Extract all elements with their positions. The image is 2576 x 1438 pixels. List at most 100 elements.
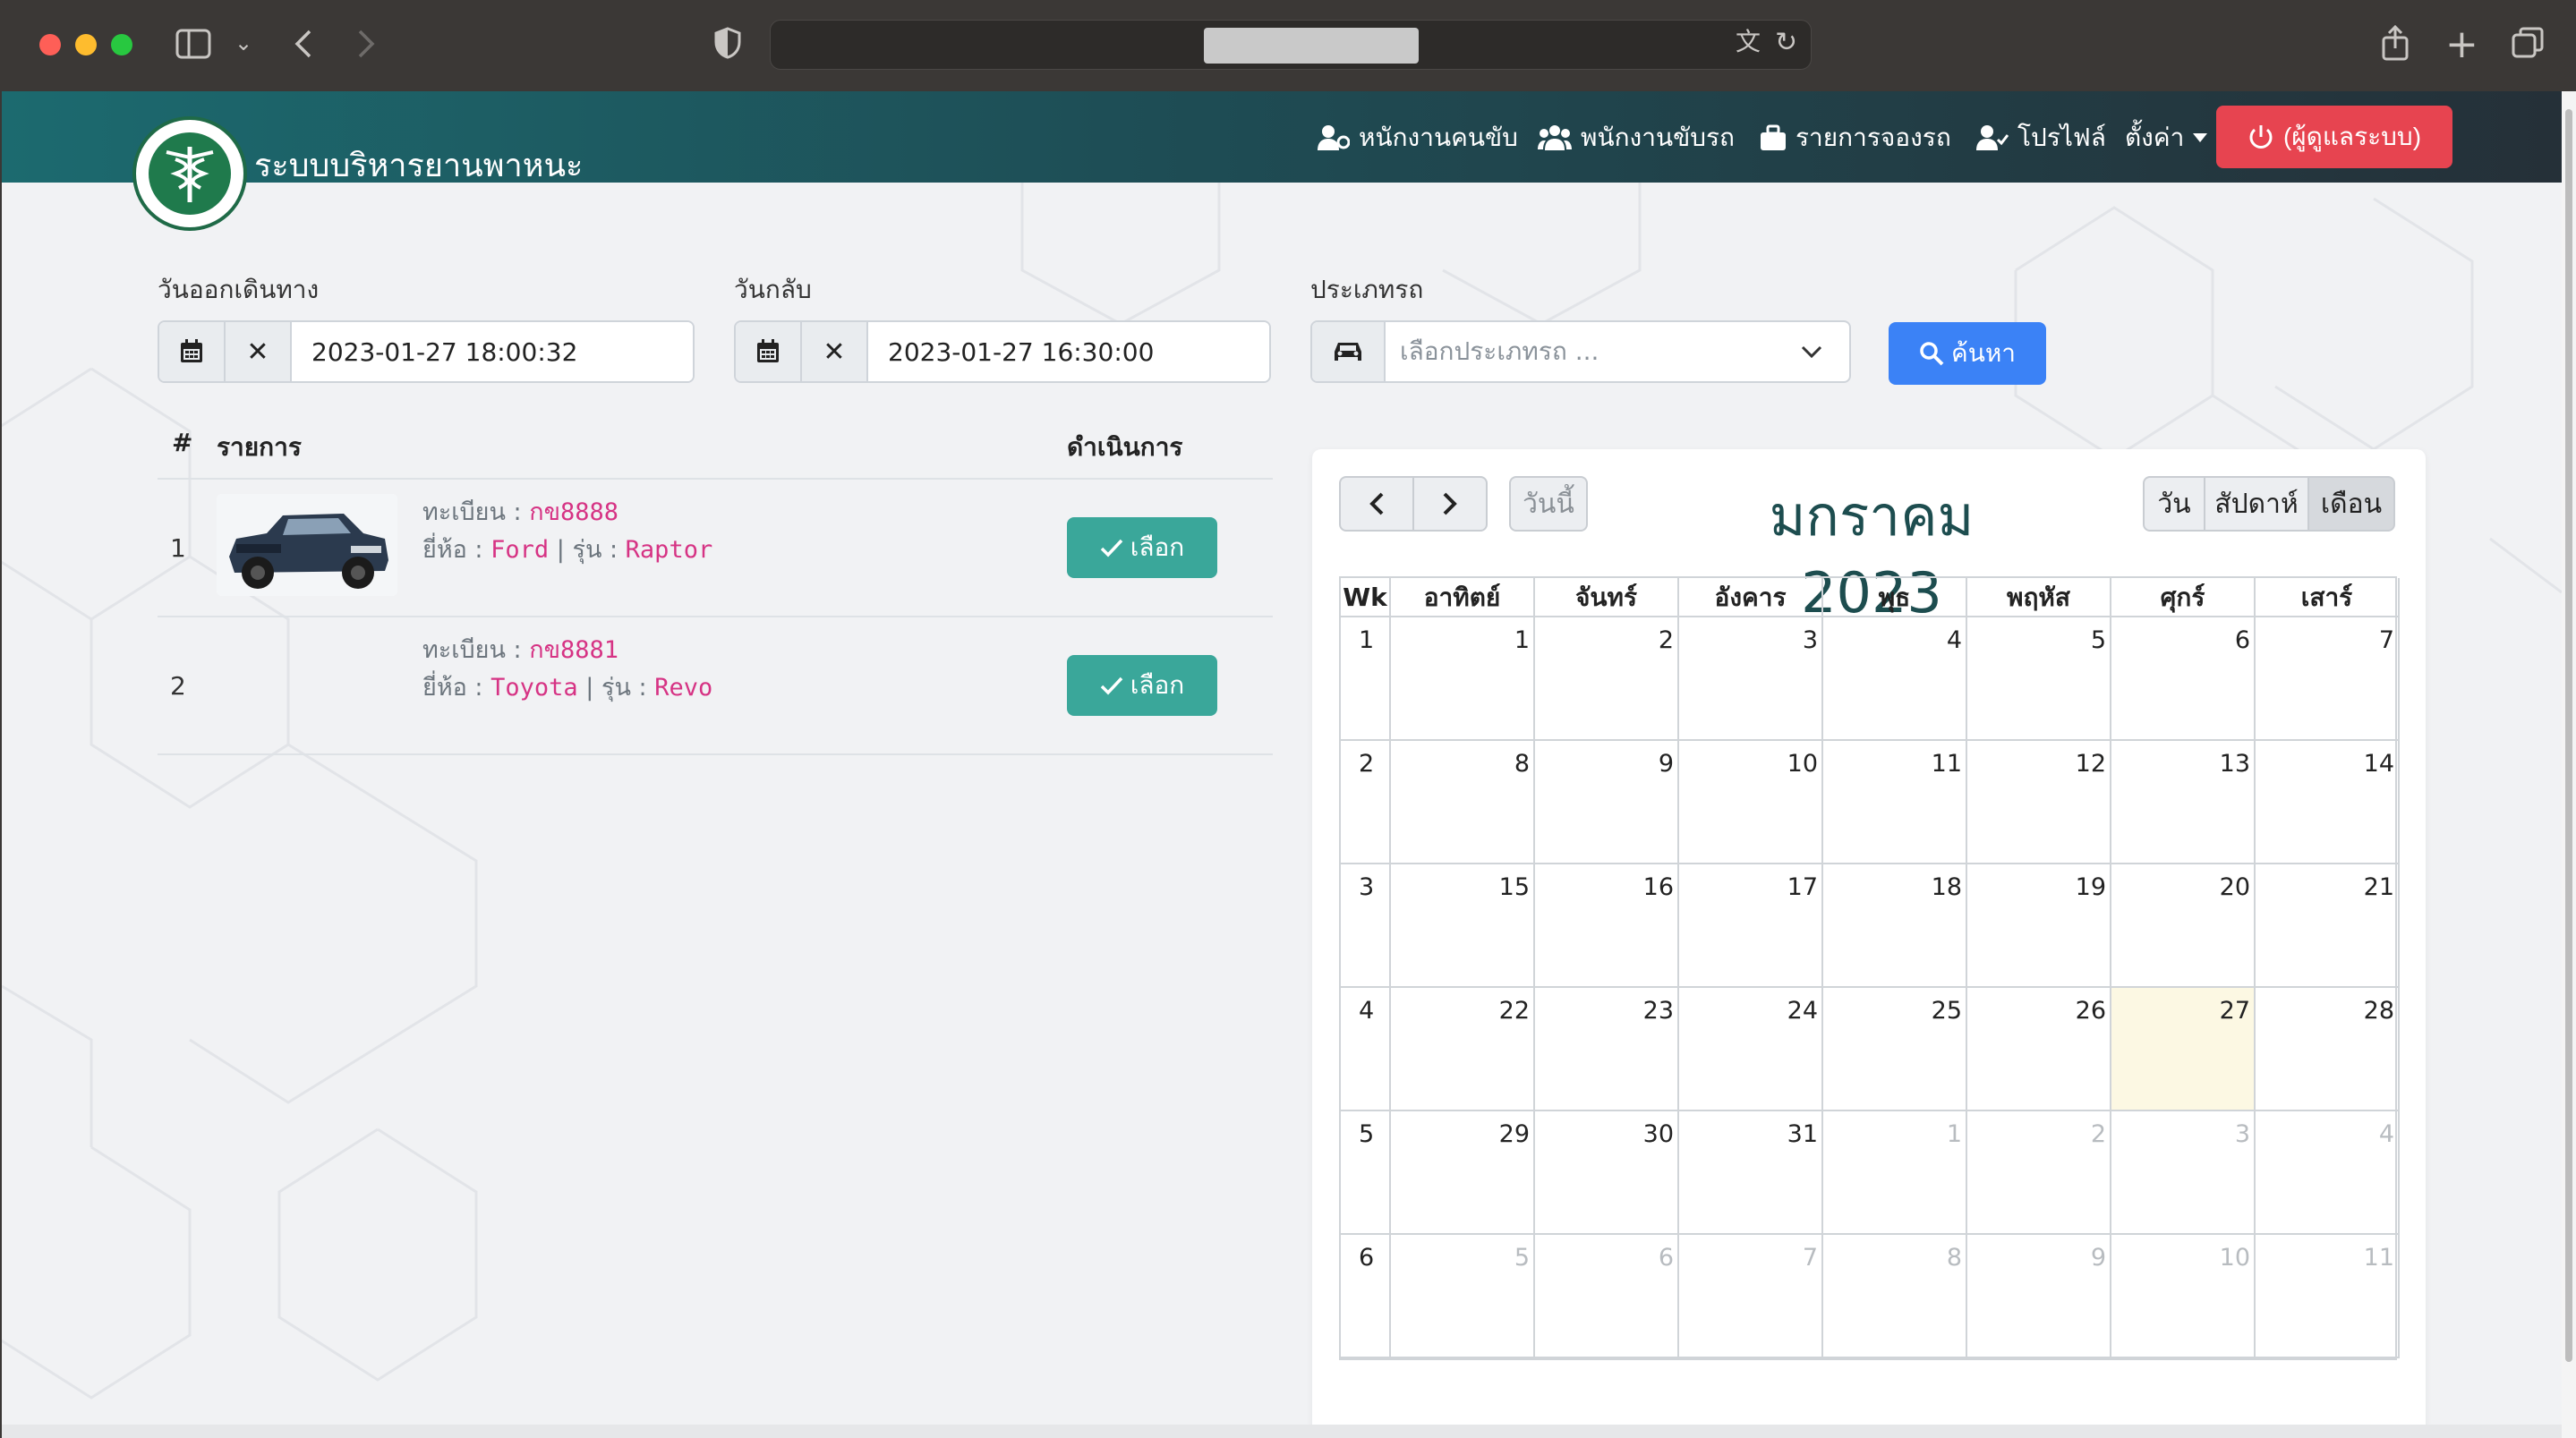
- calendar-day-cell[interactable]: 18: [1823, 864, 1967, 988]
- calendar-day-cell[interactable]: 5: [1967, 617, 2111, 741]
- calendar-day-cell[interactable]: 2: [1535, 617, 1679, 741]
- forward-icon[interactable]: [356, 29, 376, 64]
- day-number: 1: [1514, 626, 1530, 654]
- nav-item-profile[interactable]: โปรไฟล์: [1976, 118, 2106, 157]
- minimize-window-button[interactable]: [75, 34, 97, 55]
- today-button[interactable]: วันนี้: [1509, 476, 1588, 532]
- calendar-day-cell[interactable]: 1: [1391, 617, 1535, 741]
- calendar-day-other-month[interactable]: 7: [1679, 1235, 1823, 1358]
- close-window-button[interactable]: [39, 34, 61, 55]
- week-number-cell: 4: [1341, 988, 1391, 1111]
- col-action-header: ดำเนินการ: [1067, 432, 1183, 462]
- calendar-day-cell[interactable]: 6: [2111, 617, 2256, 741]
- nav-item-label: โปรไฟล์: [2017, 123, 2106, 152]
- shield-icon[interactable]: [714, 27, 741, 64]
- calendar-day-other-month[interactable]: 9: [1967, 1235, 2111, 1358]
- calendar-day-cell[interactable]: 3: [1679, 617, 1823, 741]
- calendar-icon[interactable]: [736, 322, 802, 381]
- back-icon[interactable]: [294, 29, 313, 64]
- calendar-day-cell[interactable]: 24: [1679, 988, 1823, 1111]
- calendar-header-cell: พฤหัส: [1967, 578, 2111, 617]
- calendar-day-cell[interactable]: 26: [1967, 988, 2111, 1111]
- calendar-day-cell[interactable]: 12: [1967, 741, 2111, 864]
- select-vehicle-button[interactable]: เลือก: [1067, 655, 1217, 716]
- scrollbar-thumb[interactable]: [2565, 109, 2572, 1362]
- calendar-day-cell[interactable]: 29: [1391, 1111, 1535, 1235]
- logout-button[interactable]: (ผู้ดูแลระบบ): [2216, 106, 2452, 168]
- view-week-button[interactable]: สัปดาห์: [2204, 476, 2309, 532]
- tab-overview-icon[interactable]: [2512, 27, 2544, 64]
- day-number: 13: [2219, 750, 2250, 778]
- week-number-cell: 6: [1341, 1235, 1391, 1358]
- calendar-day-cell[interactable]: 21: [2256, 864, 2400, 988]
- share-icon[interactable]: [2381, 24, 2410, 66]
- nav-item-settings[interactable]: ตั้งค่า: [2125, 118, 2208, 157]
- chevron-right-icon: [1443, 492, 1457, 515]
- calendar-day-cell[interactable]: 10: [1679, 741, 1823, 864]
- row-number: 2: [170, 671, 186, 701]
- calendar-day-other-month[interactable]: 4: [2256, 1111, 2400, 1235]
- sidebar-toggle-icon[interactable]: [175, 29, 211, 64]
- chevron-down-icon[interactable]: ⌄: [235, 32, 252, 54]
- day-number: 4: [1946, 626, 1962, 654]
- calendar-day-cell[interactable]: 13: [2111, 741, 2256, 864]
- calendar-day-other-month[interactable]: 6: [1535, 1235, 1679, 1358]
- maximize-window-button[interactable]: [111, 34, 132, 55]
- vehicle-info: ทะเบียน : กข8881 ยี่ห้อ : Toyota | รุ่น …: [422, 632, 712, 707]
- view-month-button[interactable]: เดือน: [2307, 476, 2395, 532]
- clear-icon[interactable]: ✕: [802, 322, 868, 381]
- day-number: 17: [1787, 873, 1818, 901]
- nav-item-drivers[interactable]: พนักงานขับรถ: [1538, 118, 1735, 157]
- calendar-day-cell[interactable]: 31: [1679, 1111, 1823, 1235]
- calendar-day-cell[interactable]: 25: [1823, 988, 1967, 1111]
- calendar-day-other-month[interactable]: 11: [2256, 1235, 2400, 1358]
- day-number: 6: [1658, 1244, 1674, 1272]
- address-bar[interactable]: 文 ↻: [770, 20, 1812, 70]
- reload-icon[interactable]: ↻: [1775, 30, 1797, 56]
- return-datetime-input[interactable]: [868, 322, 1269, 381]
- calendar-day-cell[interactable]: 15: [1391, 864, 1535, 988]
- calendar-day-cell[interactable]: 27: [2111, 988, 2256, 1111]
- calendar-day-cell[interactable]: 17: [1679, 864, 1823, 988]
- translate-icon[interactable]: 文: [1736, 30, 1761, 55]
- nav-item-bookings[interactable]: รายการจองรถ: [1760, 118, 1951, 157]
- clear-icon[interactable]: ✕: [226, 322, 292, 381]
- app-title[interactable]: ระบบบริหารยานพาหนะ: [254, 140, 583, 191]
- vehicle-type-label: ประเภทรถ: [1310, 275, 1424, 304]
- calendar-day-other-month[interactable]: 3: [2111, 1111, 2256, 1235]
- calendar-day-cell[interactable]: 16: [1535, 864, 1679, 988]
- row-number: 1: [170, 533, 186, 563]
- calendar-icon[interactable]: [159, 322, 226, 381]
- calendar-day-cell[interactable]: 30: [1535, 1111, 1679, 1235]
- calendar-day-cell[interactable]: 7: [2256, 617, 2400, 741]
- ministry-logo[interactable]: [132, 116, 247, 231]
- view-day-button[interactable]: วัน: [2143, 476, 2205, 532]
- calendar-day-cell[interactable]: 28: [2256, 988, 2400, 1111]
- calendar-day-cell[interactable]: 23: [1535, 988, 1679, 1111]
- new-tab-icon[interactable]: +: [2445, 25, 2478, 64]
- calendar-day-other-month[interactable]: 1: [1823, 1111, 1967, 1235]
- calendar-day-cell[interactable]: 8: [1391, 741, 1535, 864]
- nav-item-driver-staff[interactable]: หนักงานคนขับ: [1318, 118, 1518, 157]
- calendar-day-other-month[interactable]: 8: [1823, 1235, 1967, 1358]
- next-month-button[interactable]: [1412, 476, 1488, 532]
- calendar-day-cell[interactable]: 20: [2111, 864, 2256, 988]
- calendar-day-cell[interactable]: 14: [2256, 741, 2400, 864]
- prev-month-button[interactable]: [1339, 476, 1414, 532]
- calendar-day-cell[interactable]: 11: [1823, 741, 1967, 864]
- calendar-day-cell[interactable]: 9: [1535, 741, 1679, 864]
- vertical-scrollbar[interactable]: [2562, 91, 2576, 1438]
- select-vehicle-button[interactable]: เลือก: [1067, 517, 1217, 578]
- day-number: 27: [2219, 997, 2250, 1025]
- search-button[interactable]: ค้นหา: [1889, 322, 2046, 385]
- vehicle-type-select[interactable]: เลือกประเภทรถ ...: [1386, 322, 1849, 381]
- calendar-header-cell: อังคาร: [1679, 578, 1823, 617]
- calendar-day-cell[interactable]: 4: [1823, 617, 1967, 741]
- calendar-day-other-month[interactable]: 2: [1967, 1111, 2111, 1235]
- week-number-cell: 2: [1341, 741, 1391, 864]
- calendar-day-cell[interactable]: 22: [1391, 988, 1535, 1111]
- depart-datetime-input[interactable]: [292, 322, 693, 381]
- calendar-day-cell[interactable]: 19: [1967, 864, 2111, 988]
- calendar-day-other-month[interactable]: 10: [2111, 1235, 2256, 1358]
- calendar-day-other-month[interactable]: 5: [1391, 1235, 1535, 1358]
